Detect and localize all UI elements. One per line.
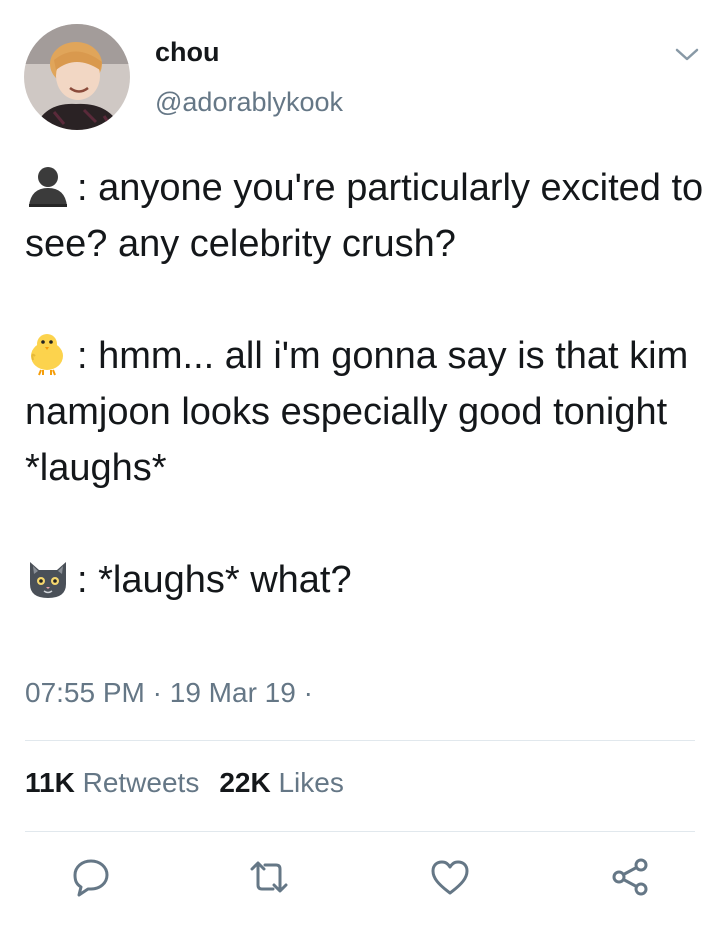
paragraph-text: : anyone you're particularly excited to … bbox=[25, 167, 704, 265]
bust-silhouette-emoji bbox=[25, 162, 71, 208]
tweet-paragraph: : anyone you're particularly excited to … bbox=[25, 160, 705, 272]
tweet-text: : anyone you're particularly excited to … bbox=[25, 160, 705, 608]
tweet-date[interactable]: 19 Mar 19 bbox=[170, 677, 296, 708]
likes-label[interactable]: Likes bbox=[278, 767, 343, 798]
divider bbox=[25, 831, 695, 832]
timestamp-separator: · bbox=[152, 677, 162, 708]
likes-count[interactable]: 22K bbox=[219, 767, 270, 798]
paragraph-text: : *laughs* what? bbox=[77, 559, 352, 601]
reply-icon[interactable] bbox=[69, 855, 113, 899]
retweet-icon[interactable] bbox=[247, 855, 291, 899]
like-icon[interactable] bbox=[428, 855, 472, 899]
retweets-label[interactable]: Retweets bbox=[83, 767, 200, 798]
timestamp-separator: · bbox=[303, 677, 313, 708]
share-icon[interactable] bbox=[608, 855, 652, 899]
cat-face-emoji bbox=[25, 554, 71, 600]
paragraph-text: : hmm... all i'm gonna say is that kim n… bbox=[25, 335, 689, 489]
engagement-stats: 11K Retweets 22K Likes bbox=[25, 767, 344, 799]
divider bbox=[25, 740, 695, 741]
tweet-paragraph: : hmm... all i'm gonna say is that kim n… bbox=[25, 328, 705, 496]
retweets-count[interactable]: 11K bbox=[25, 767, 75, 798]
tweet-time[interactable]: 07:55 PM bbox=[25, 677, 145, 708]
chevron-down-icon[interactable] bbox=[672, 44, 702, 64]
user-handle[interactable]: @adorablykook bbox=[155, 87, 343, 118]
display-name[interactable]: chou bbox=[155, 37, 220, 68]
avatar[interactable] bbox=[24, 24, 130, 130]
tweet-paragraph: : *laughs* what? bbox=[25, 552, 705, 608]
baby-chick-emoji bbox=[25, 330, 71, 376]
profile-photo-icon bbox=[24, 24, 130, 130]
tweet-timestamp[interactable]: 07:55 PM · 19 Mar 19 · bbox=[25, 677, 313, 709]
